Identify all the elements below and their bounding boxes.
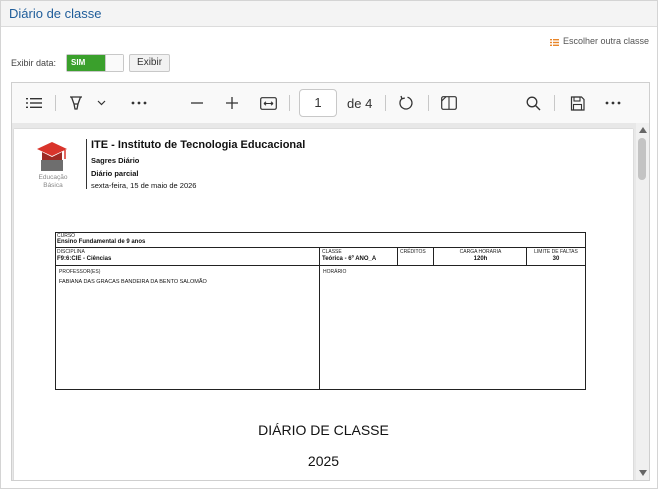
exibir-data-label: Exibir data: [11, 58, 57, 68]
toolbar-separator [428, 95, 429, 111]
disciplina-cell: DISCIPLINA F9:6:CIE - Ciências [56, 248, 320, 266]
horario-cell: HORÁRIO [320, 266, 585, 389]
more-icon[interactable] [129, 93, 149, 113]
report-type: Diário parcial [91, 169, 139, 178]
scroll-up-arrow[interactable] [639, 127, 647, 133]
list-icon [549, 38, 559, 46]
carga-label: CARGA HORARIA [459, 249, 502, 255]
pdf-toolbar: 1 de 4 [12, 83, 649, 123]
curso-cell: CURSO Ensino Fundamental de 9 anos [56, 233, 585, 248]
limite-label: LIMITE DE FALTAS [534, 249, 578, 255]
toolbar-separator [554, 95, 555, 111]
scroll-down-arrow[interactable] [639, 470, 647, 476]
limite-value: 30 [552, 256, 560, 262]
report-date: sexta-feira, 15 de maio de 2026 [91, 181, 197, 190]
zoom-in-icon[interactable] [222, 93, 242, 113]
professor-cell: PROFESSOR(ES) FABIANA DAS GRACAS BANDEIR… [56, 266, 320, 389]
fit-width-icon[interactable] [258, 93, 278, 113]
escolher-classe-label: Escolher outra classe [562, 36, 649, 46]
exibir-button[interactable]: Exibir [129, 54, 171, 72]
escolher-classe-link[interactable]: Escolher outra classe [549, 36, 649, 46]
logo-text: Educação Básica [38, 174, 68, 189]
more-icon[interactable] [603, 93, 623, 113]
professor-label: PROFESSOR(ES) [59, 269, 101, 275]
rotate-icon[interactable] [396, 93, 416, 113]
classe-label: CLASSE [322, 249, 342, 255]
vertical-scrollbar[interactable] [636, 123, 649, 480]
disciplina-value: F9:6:CIE - Ciências [57, 256, 112, 262]
toggle-knob [105, 55, 124, 71]
page-count-label: de 4 [347, 96, 373, 111]
contents-icon[interactable] [24, 93, 44, 113]
classe-cell: CLASSE Teórica - 6º ANO_A [320, 248, 398, 266]
creditos-cell: CRÉDITOS [398, 248, 434, 266]
toolbar-separator [55, 95, 56, 111]
header-divider [86, 139, 87, 189]
document-title: DIÁRIO DE CLASSE [258, 422, 389, 438]
toolbar-separator [385, 95, 386, 111]
carga-cell: CARGA HORARIA 120h [434, 248, 527, 266]
toggle-on-label: SIM [67, 55, 107, 71]
institution-name: ITE - Instituto de Tecnologia Educaciona… [91, 139, 306, 151]
page-view-icon[interactable] [439, 93, 459, 113]
search-icon[interactable] [523, 93, 543, 113]
diario-panel: Diário de classe Escolher outra classe E… [0, 0, 658, 489]
carga-value: 120h [473, 256, 488, 262]
zoom-out-icon[interactable] [187, 93, 207, 113]
scroll-thumb[interactable] [638, 138, 646, 180]
panel-title: Diário de classe [9, 6, 102, 21]
exibir-data-toggle[interactable]: SIM [66, 54, 125, 72]
curso-value: Ensino Fundamental de 9 anos [57, 239, 146, 245]
page-number-input[interactable]: 1 [299, 89, 337, 117]
document-page: Educação Básica ITE - Instituto de Tecno… [14, 129, 633, 480]
classe-value: Teórica - 6º ANO_A [322, 256, 377, 262]
draw-icon[interactable] [66, 93, 86, 113]
limite-cell: LIMITE DE FALTAS 30 [527, 248, 585, 266]
save-icon[interactable] [567, 93, 587, 113]
disciplina-label: DISCIPLINA [57, 249, 85, 255]
professor-value: FABIANA DAS GRACAS BANDEIRA DA BENTO SAL… [59, 279, 207, 285]
pdf-viewer: 1 de 4 Educação Básica ITE - Instituto d… [11, 82, 650, 481]
panel-header: Diário de classe [1, 1, 657, 27]
chevron-down-icon[interactable] [95, 93, 107, 113]
toolbar-separator [289, 95, 290, 111]
exibir-data-row: Exibir data: SIM Exibir [11, 54, 171, 72]
document-area[interactable]: Educação Básica ITE - Instituto de Tecno… [12, 123, 636, 480]
document-year: 2025 [307, 453, 340, 469]
creditos-label: CRÉDITOS [400, 249, 426, 255]
horario-label: HORÁRIO [323, 269, 347, 275]
system-name: Sagres Diário [91, 156, 140, 165]
class-info-table: CURSO Ensino Fundamental de 9 anos DISCI… [55, 232, 586, 390]
